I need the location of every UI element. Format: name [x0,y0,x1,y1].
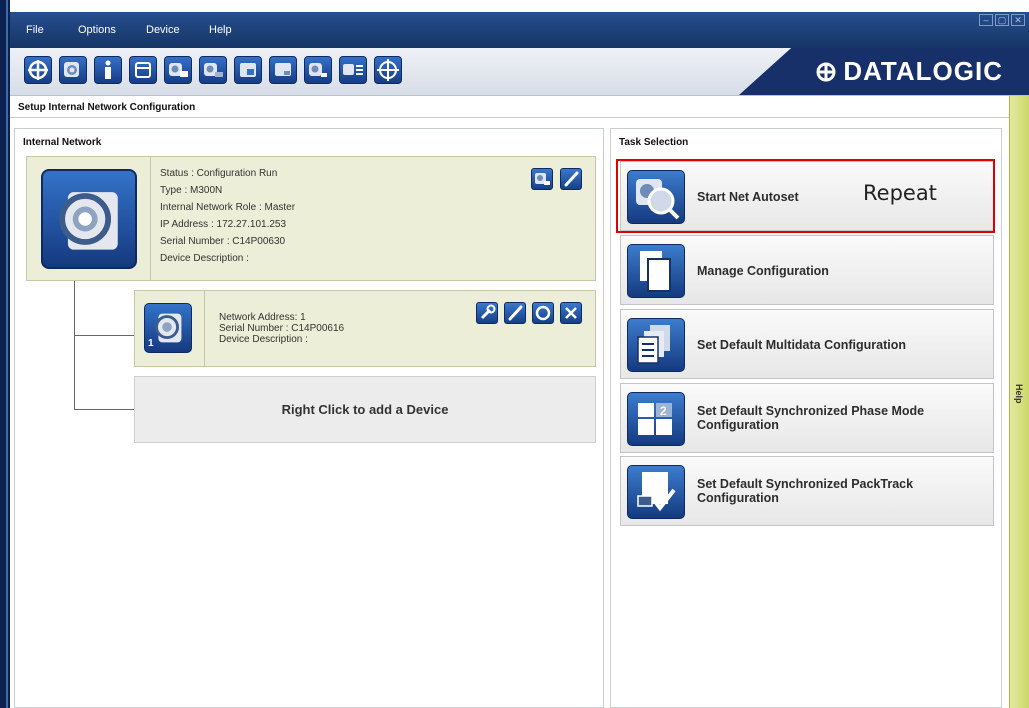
role-text: Internal Network Role : Master [160,202,296,213]
tree-connector [74,409,134,410]
target-icon[interactable] [374,56,402,84]
help-panel-tab[interactable]: Help [1009,96,1029,708]
master-device-tile [27,157,151,280]
help-label: Help [1014,384,1024,404]
wrench-icon[interactable] [476,302,498,324]
page-title: Setup Internal Network Configuration [18,102,196,113]
crosshair-icon[interactable] [24,56,52,84]
packtrack-icon [627,465,685,519]
repeat-annotation: Repeat [863,181,937,205]
status-text: Status : Configuration Run [160,168,278,179]
device-scan-icon[interactable] [59,56,87,84]
device-settings-icon[interactable] [164,56,192,84]
ip-address-text: IP Address : 172.27.101.253 [160,219,287,230]
menu-file[interactable]: File [26,24,44,36]
save-to-device-icon[interactable] [234,56,262,84]
window-edge [0,0,10,708]
slave-device-tile: 1 [135,291,205,366]
menu-options[interactable]: Options [78,24,116,36]
toolbar: DATALOGIC [10,48,1029,96]
highlight-box [616,159,995,233]
multidata-icon [627,318,685,372]
type-text: Type : M300N [160,185,223,196]
menu-device[interactable]: Device [146,24,180,36]
menu-bar: File Options Device Help – ▢ ✕ [10,12,1029,48]
task-label: Set Default Synchronized Phase Mode Conf… [697,404,925,432]
edit-icon[interactable] [504,302,526,324]
brand-name: DATALOGIC [843,56,1003,86]
task-label: Set Default Synchronized PackTrack Confi… [697,477,914,505]
serial-number-text: Serial Number : C14P00616 [219,323,345,334]
device-scan-icon[interactable] [531,168,553,190]
device-number-badge: 1 [148,338,154,349]
close-icon[interactable]: ✕ [1011,14,1025,26]
master-device-card[interactable]: Status : Configuration Run Type : M300N … [26,156,596,281]
manage-configuration-button[interactable]: Manage Configuration [620,235,994,305]
brand-logo: DATALOGIC [739,48,1029,95]
task-selection-title: Task Selection [619,137,689,148]
task-label: Set Default Multidata Configuration [697,338,907,352]
set-default-phase-mode-button[interactable]: 2 Set Default Synchronized Phase Mode Co… [620,383,994,453]
document-copy-icon [627,244,685,298]
minimize-icon[interactable]: – [979,14,993,26]
monitor-icon[interactable] [269,56,297,84]
menu-help[interactable]: Help [209,24,232,36]
restore-icon[interactable]: ▢ [995,14,1009,26]
add-device-area[interactable]: Right Click to add a Device [134,376,596,443]
tree-connector [74,335,134,336]
diagnostics-icon[interactable] [339,56,367,84]
brand-mark-icon [816,62,836,81]
task-label: Manage Configuration [697,264,829,278]
network-address-text: Network Address: 1 [219,312,306,323]
svg-text:2: 2 [660,404,667,418]
device-description-text: Device Description : [160,253,249,264]
tree-connector [74,281,75,409]
internal-network-title: Internal Network [23,137,102,148]
device-list-icon[interactable] [304,56,332,84]
edit-icon[interactable] [560,168,582,190]
phase-mode-icon: 2 [627,392,685,446]
slave-info: Network Address: 1 Serial Number : C14P0… [219,312,459,362]
device-export-icon[interactable] [199,56,227,84]
refresh-icon[interactable] [532,302,554,324]
window-controls: – ▢ ✕ [979,14,1025,26]
device-description-text: Device Description : [219,334,308,345]
device-icon [41,169,137,269]
window-icon[interactable] [129,56,157,84]
serial-number-text: Serial Number : C14P00630 [160,236,286,247]
info-icon[interactable] [94,56,122,84]
set-default-packtrack-button[interactable]: Set Default Synchronized PackTrack Confi… [620,456,994,526]
device-icon: 1 [144,303,192,353]
delete-icon[interactable] [560,302,582,324]
divider [10,117,1010,118]
set-default-multidata-button[interactable]: Set Default Multidata Configuration [620,309,994,379]
master-info: Status : Configuration Run Type : M300N … [160,168,460,278]
slave-device-card[interactable]: 1 Network Address: 1 Serial Number : C14… [134,290,596,367]
